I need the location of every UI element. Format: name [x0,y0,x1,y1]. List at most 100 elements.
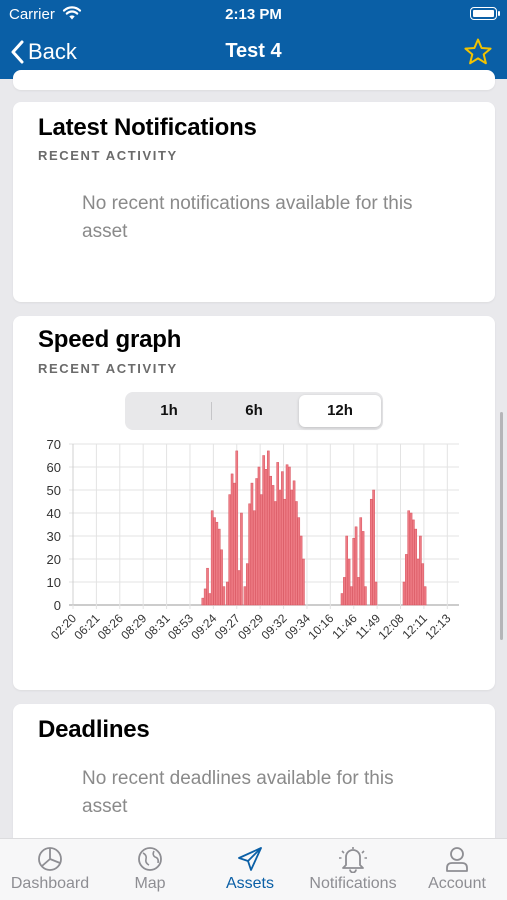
speed-bar [226,581,229,606]
speed-bar [260,494,263,606]
tab-account[interactable]: Account [407,839,507,900]
speed-bar [409,512,413,606]
x-tick-label: 09:27 [212,611,243,642]
tab-notifications-label: Notifications [309,875,397,892]
speed-bar [340,593,344,606]
speed-bar [364,586,367,606]
speed-bar [203,588,207,606]
speed-bar [222,586,226,606]
speed-bar [290,489,294,606]
speed-bar [255,478,258,606]
speed-bar [357,577,360,606]
tab-account-label: Account [428,875,486,892]
speed-bar [361,531,365,606]
segment-divider [211,402,212,420]
notifications-card: Latest Notifications RECENT ACTIVITY No … [13,102,495,302]
speed-bar [262,455,265,606]
deadlines-title: Deadlines [38,716,150,743]
x-tick-label: 09:34 [282,611,313,642]
speed-bar [215,521,219,606]
speed-bar [421,563,425,606]
speed-bar [288,466,291,606]
speed-bar [271,485,275,606]
speed-bar [233,482,236,606]
bell-icon [339,847,367,873]
range-option-12h[interactable]: 12h [299,395,381,427]
y-tick-label: 10 [47,575,61,590]
speed-bar [267,450,270,606]
tab-map[interactable]: Map [100,839,200,900]
y-tick-label: 20 [47,552,61,567]
x-tick-label: 08:53 [165,611,196,642]
speed-bar [283,498,287,606]
paper-plane-icon [238,847,262,871]
speed-bar [369,498,373,606]
speed-bar [240,512,243,606]
speed-bar [354,526,358,606]
speed-bar [220,549,223,606]
speed-bar [228,494,232,606]
x-tick-label: 09:29 [235,611,266,642]
speed-bar [295,501,298,606]
tab-dashboard[interactable]: Dashboard [0,839,100,900]
speed-bar [359,517,363,606]
clock: 2:13 PM [225,6,282,23]
speed-bar [347,558,351,606]
speed-bar [245,563,249,606]
speed-bar [419,535,422,606]
status-bar: Carrier 2:13 PM [0,0,507,28]
speed-bar [257,466,261,606]
speed-bar [407,510,411,606]
speed-bar [372,489,375,606]
tab-notifications[interactable]: Notifications [300,839,406,900]
x-tick-label: 12:13 [422,611,453,642]
y-tick-label: 40 [47,506,61,521]
speed-bar [217,528,221,606]
speed-bar [405,554,408,606]
speed-bar [269,475,272,606]
speed-bar [208,593,212,606]
speed-bar [230,473,234,606]
y-tick-label: 60 [47,460,61,475]
speed-bar [423,586,427,606]
speed-bar [414,528,418,606]
tab-assets[interactable]: Assets [200,839,300,900]
speed-bar [297,517,301,606]
previous-card [13,70,495,90]
speed-graph-card: Speed graph RECENT ACTIVITY 1h 6h 12h 0 1… [13,316,495,690]
speed-bar [278,489,282,606]
speed-bar [213,517,216,606]
x-tick-label: 08:31 [142,611,173,642]
x-tick-label: 06:21 [71,611,102,642]
range-option-6h[interactable]: 6h [213,395,295,427]
scroll-indicator[interactable] [500,412,503,640]
person-icon [446,847,468,872]
x-tick-label: 08:29 [118,611,149,642]
deadlines-empty-message: No recent deadlines available for this a… [82,768,394,817]
x-tick-label: 11:46 [329,611,360,642]
y-tick-label: 30 [47,529,61,544]
navigation-bar: Carrier 2:13 PM Back Test 4 [0,0,507,79]
speed-bar [276,462,279,606]
page-title: Test 4 [225,40,282,62]
x-tick-label: 09:32 [259,611,290,642]
speed-bar [210,510,214,606]
speed-bar [343,577,346,606]
tab-map-label: Map [134,875,166,892]
speed-bar [206,567,209,606]
range-option-1h[interactable]: 1h [128,395,210,427]
x-tick-label: 12:08 [376,611,407,642]
y-tick-label: 0 [54,598,61,613]
x-tick-label: 02:20 [48,611,79,642]
favorite-star-icon[interactable] [463,37,493,67]
x-tick-label: 09:24 [188,611,219,642]
notifications-title: Latest Notifications [38,114,257,141]
speed-chart: 0 10 20 30 40 50 60 70 02:2006:2108:2608:2908:31… [47,437,459,642]
x-tick-label: 10:16 [305,611,336,642]
tab-dashboard-label: Dashboard [10,875,90,892]
speed-bar [402,581,406,606]
speed-graph-title: Speed graph [38,326,182,353]
y-tick-label: 50 [47,483,61,498]
speed-bar [237,570,241,606]
speed-bar [299,535,303,606]
